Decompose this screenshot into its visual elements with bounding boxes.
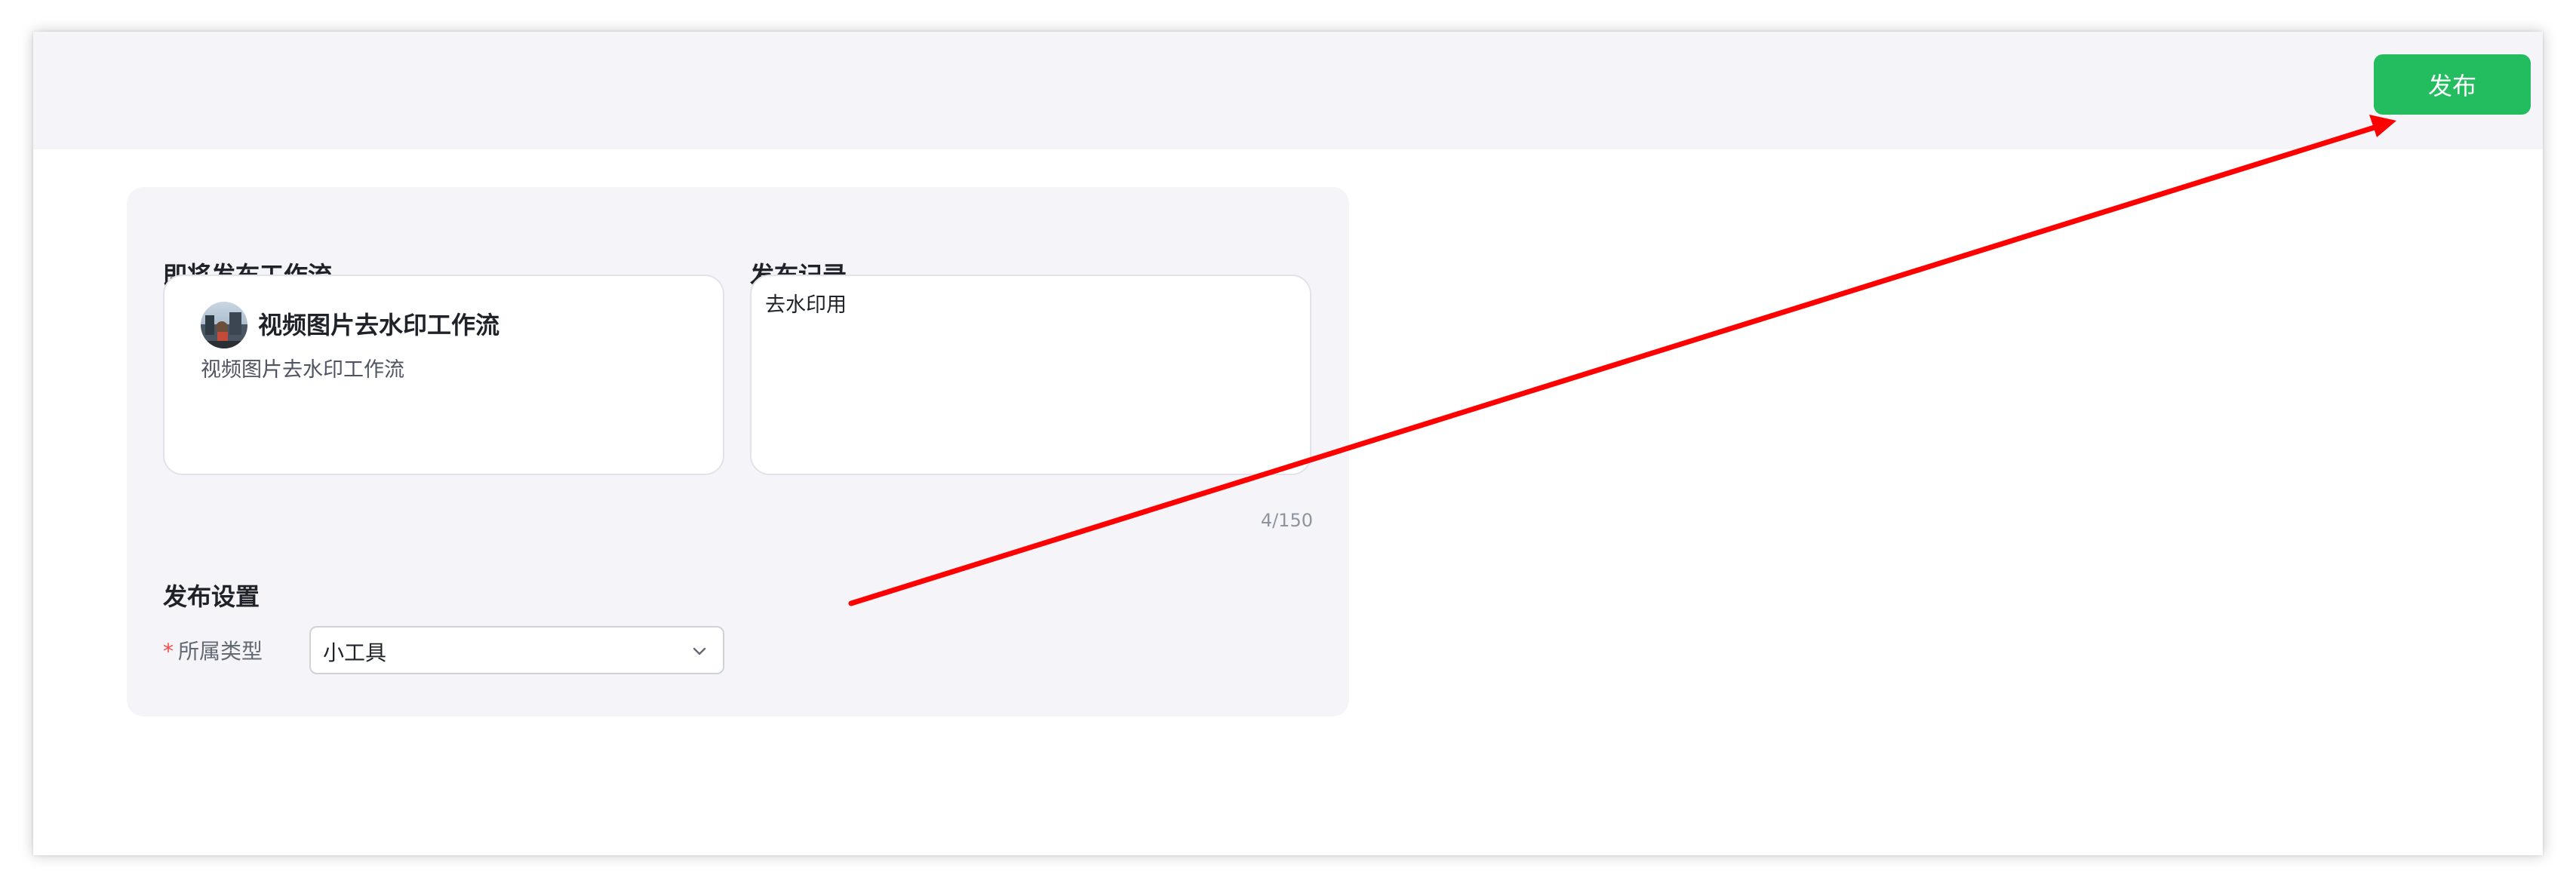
publish-panel: 即将发布工作流 发布记录 [127, 187, 1349, 717]
type-label-text: 所属类型 [178, 639, 263, 664]
settings-section-title: 发布设置 [163, 582, 260, 611]
top-bar: 发布 [33, 32, 2543, 149]
type-field-label: * 所属类型 [163, 635, 263, 665]
publish-workflow-page: 发布 即将发布工作流 发布记录 [33, 32, 2543, 855]
type-select[interactable]: 小工具 [309, 626, 724, 674]
publish-button[interactable]: 发布 [2374, 54, 2531, 115]
workflow-name: 视频图片去水印工作流 [258, 311, 500, 339]
chevron-down-icon [693, 647, 706, 655]
required-mark: * [163, 639, 174, 664]
workflow-description: 视频图片去水印工作流 [201, 358, 404, 382]
type-select-value: 小工具 [323, 640, 387, 665]
publish-record-textarea[interactable]: 去水印用 [750, 275, 1311, 475]
record-char-counter: 4/150 [1260, 510, 1313, 531]
workflow-avatar [201, 302, 247, 348]
workflow-card: 视频图片去水印工作流 视频图片去水印工作流 [163, 275, 724, 475]
